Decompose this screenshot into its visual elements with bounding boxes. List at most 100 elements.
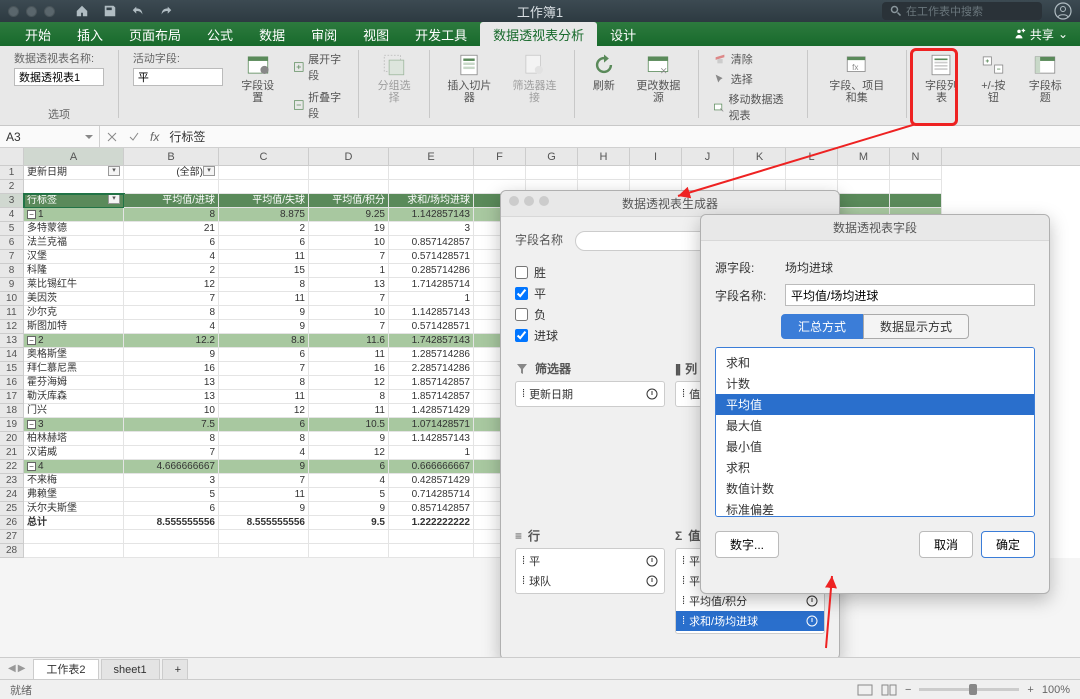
zoom-in-button[interactable]: + <box>1027 684 1033 696</box>
cell[interactable]: 13 <box>124 390 219 404</box>
cell[interactable]: 平均值/积分 <box>309 194 389 208</box>
drop-zone-item[interactable]: ⁞平 <box>516 551 664 571</box>
filter-dropdown[interactable] <box>108 194 120 204</box>
cell[interactable]: 1.142857143 <box>389 306 474 320</box>
fields-items-button[interactable]: fx 字段、项目和集 <box>818 50 896 106</box>
cell[interactable] <box>24 544 124 558</box>
cell[interactable]: 0.285714286 <box>389 264 474 278</box>
cell[interactable]: 0.666666667 <box>389 460 474 474</box>
cell[interactable]: 1.857142857 <box>389 390 474 404</box>
cell[interactable]: 6 <box>124 236 219 250</box>
prev-sheet-icon[interactable]: ◀ <box>8 663 16 674</box>
cell[interactable]: 12 <box>124 278 219 292</box>
show-as-tab[interactable]: 数据显示方式 <box>863 314 969 339</box>
row-header[interactable]: 15 <box>0 362 24 376</box>
cell[interactable]: 9 <box>219 320 309 334</box>
row-header[interactable]: 26 <box>0 516 24 530</box>
cell[interactable]: 9 <box>124 348 219 362</box>
aggregate-option[interactable]: 标准偏差 <box>716 499 1034 517</box>
cell[interactable]: 13 <box>309 278 389 292</box>
cell[interactable] <box>124 530 219 544</box>
cell[interactable] <box>890 194 942 208</box>
ok-button[interactable]: 确定 <box>981 531 1035 558</box>
cell[interactable]: 2.285714286 <box>389 362 474 376</box>
cell[interactable]: 莱比锡红牛 <box>24 278 124 292</box>
aggregate-listbox[interactable]: 求和计数平均值最大值最小值求积数值计数标准偏差 <box>715 347 1035 517</box>
cell[interactable]: 不来梅 <box>24 474 124 488</box>
cell[interactable]: 7 <box>219 362 309 376</box>
drop-zone-item[interactable]: ⁞更新日期 <box>516 384 664 404</box>
row-header[interactable]: 27 <box>0 530 24 544</box>
sheet-tab[interactable]: 工作表2 <box>33 659 98 679</box>
cell[interactable]: 沙尔克 <box>24 306 124 320</box>
row-header[interactable]: 5 <box>0 222 24 236</box>
ribbon-tab[interactable]: 公式 <box>194 22 246 46</box>
ribbon-tab[interactable]: 开始 <box>12 22 64 46</box>
cell[interactable]: 多特蒙德 <box>24 222 124 236</box>
home-icon[interactable] <box>75 4 89 18</box>
ribbon-tab[interactable]: 设计 <box>597 22 649 46</box>
cell[interactable]: 奥格斯堡 <box>24 348 124 362</box>
cell[interactable]: 11 <box>219 292 309 306</box>
cell[interactable] <box>630 166 682 180</box>
cell[interactable]: 10 <box>309 236 389 250</box>
cell[interactable]: 21 <box>124 222 219 236</box>
cell[interactable]: 8 <box>309 390 389 404</box>
max-dot[interactable] <box>44 6 55 17</box>
cell[interactable] <box>838 180 890 194</box>
pm-buttons-button[interactable]: +/-按钮 <box>972 50 1014 106</box>
cell[interactable] <box>219 166 309 180</box>
row-header[interactable]: 22 <box>0 460 24 474</box>
field-name-input[interactable] <box>785 284 1035 306</box>
cell[interactable]: 9.25 <box>309 208 389 222</box>
zoom-slider[interactable] <box>919 688 1019 691</box>
cell[interactable]: 11 <box>219 488 309 502</box>
ribbon-tab[interactable]: 插入 <box>64 22 116 46</box>
cell[interactable]: 1 <box>389 446 474 460</box>
rows-drop-zone[interactable]: ⁞平⁞球队 <box>515 548 665 594</box>
redo-icon[interactable] <box>159 4 173 18</box>
cell[interactable]: 13 <box>124 376 219 390</box>
aggregate-option[interactable]: 平均值 <box>716 394 1034 415</box>
row-header[interactable]: 9 <box>0 278 24 292</box>
cell[interactable]: 8 <box>219 278 309 292</box>
ribbon-tab[interactable]: 审阅 <box>298 22 350 46</box>
insert-slicer-button[interactable]: 插入切片器 <box>440 50 499 106</box>
cell[interactable] <box>309 166 389 180</box>
cell[interactable]: 11 <box>309 404 389 418</box>
cell[interactable]: 6 <box>219 236 309 250</box>
cell[interactable]: 1.142857143 <box>389 432 474 446</box>
row-header[interactable]: 25 <box>0 502 24 516</box>
clear-button[interactable]: 清除 <box>709 50 797 68</box>
cell[interactable] <box>734 166 786 180</box>
undo-icon[interactable] <box>131 4 145 18</box>
cell[interactable]: 11 <box>219 250 309 264</box>
row-header[interactable]: 10 <box>0 292 24 306</box>
row-header[interactable]: 14 <box>0 348 24 362</box>
cell[interactable]: −3 <box>24 418 124 432</box>
collapse-toggle[interactable]: − <box>27 210 36 219</box>
cell[interactable] <box>309 180 389 194</box>
cell[interactable] <box>309 544 389 558</box>
move-pt-button[interactable]: 移动数据透视表 <box>709 90 797 124</box>
close-dot[interactable] <box>8 6 19 17</box>
column-header[interactable]: J <box>682 148 734 165</box>
cell[interactable]: 1.071428571 <box>389 418 474 432</box>
cell[interactable]: 8 <box>219 432 309 446</box>
cell[interactable] <box>124 544 219 558</box>
row-header[interactable]: 28 <box>0 544 24 558</box>
summarize-tab[interactable]: 汇总方式 <box>781 314 863 339</box>
cell[interactable]: 1.222222222 <box>389 516 474 530</box>
cell[interactable] <box>890 166 942 180</box>
ribbon-tab[interactable]: 数据透视表分析 <box>480 22 597 46</box>
filter-dropdown[interactable] <box>203 166 215 176</box>
row-header[interactable]: 3 <box>0 194 24 208</box>
cell[interactable]: 9 <box>219 502 309 516</box>
cell[interactable]: 沃尔夫斯堡 <box>24 502 124 516</box>
cell[interactable]: 7 <box>309 250 389 264</box>
close-icon[interactable] <box>509 196 519 206</box>
cell[interactable]: 9 <box>309 432 389 446</box>
select-all-corner[interactable] <box>0 148 24 165</box>
row-header[interactable]: 23 <box>0 474 24 488</box>
aggregate-option[interactable]: 求和 <box>716 352 1034 373</box>
